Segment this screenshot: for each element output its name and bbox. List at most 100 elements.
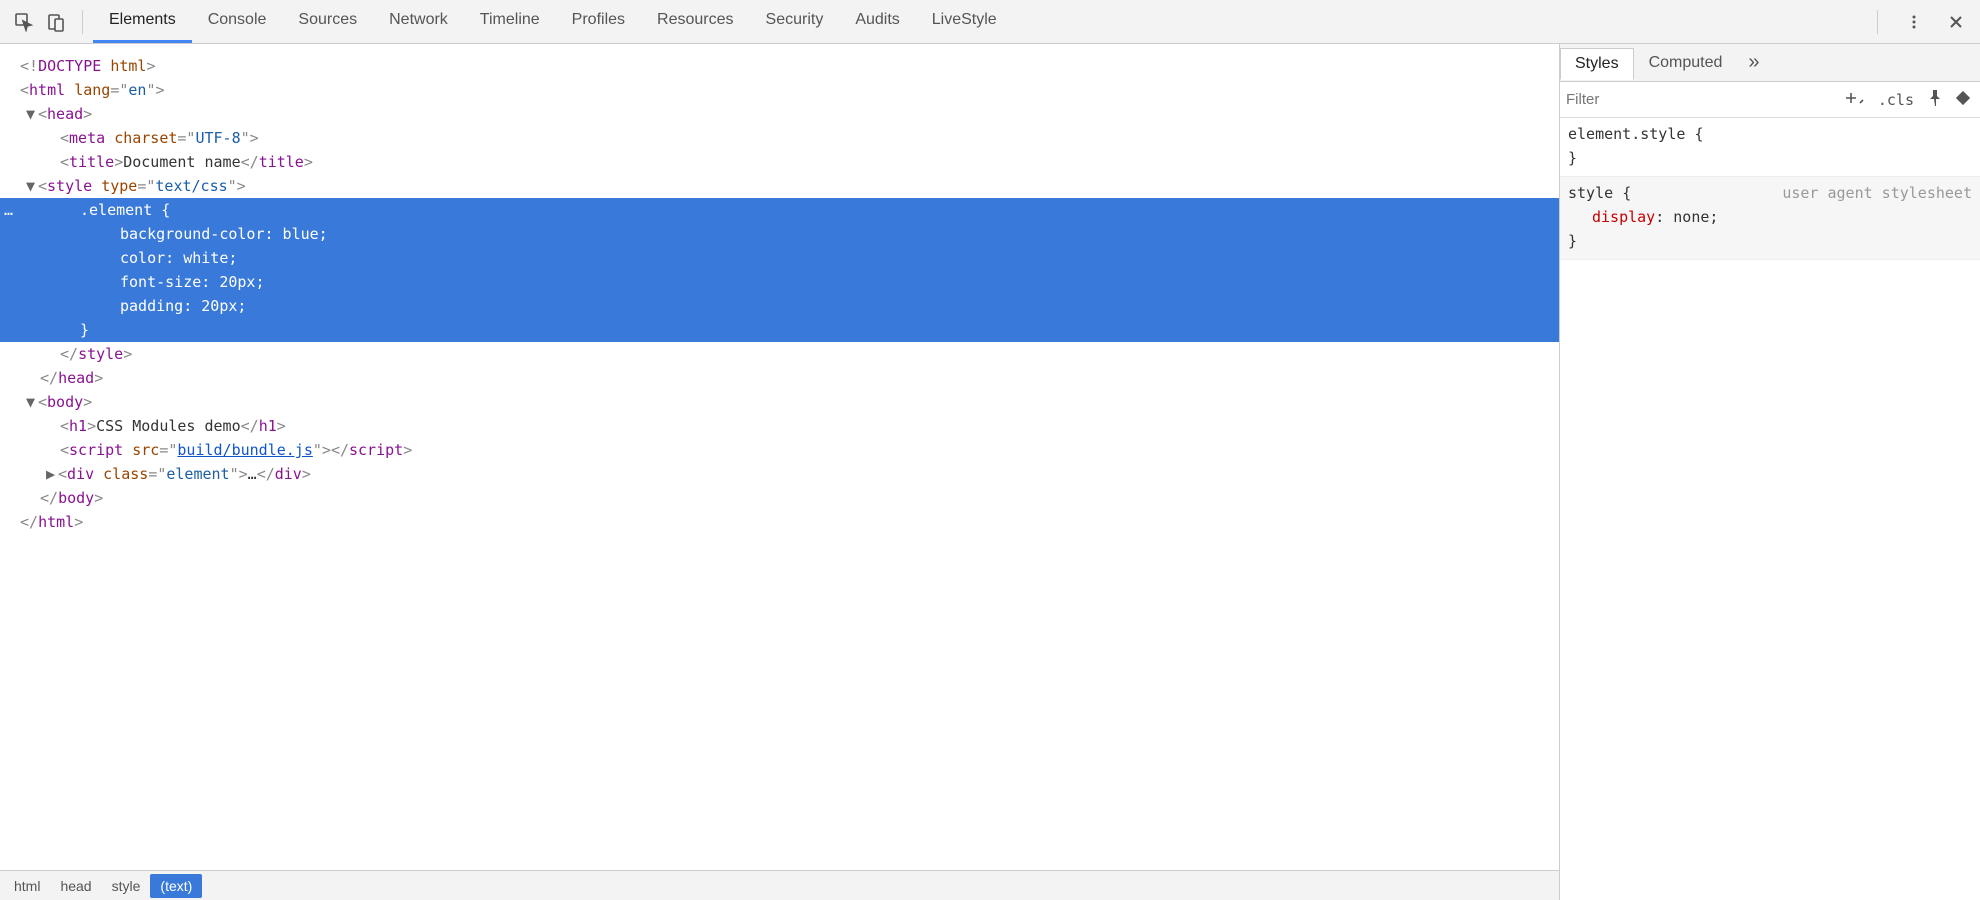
dom-node[interactable]: … .element { <box>0 198 1559 222</box>
prop-name: display <box>1592 208 1655 226</box>
code-token: body <box>58 489 94 507</box>
expand-arrow-icon[interactable]: ▼ <box>26 174 38 198</box>
dom-node[interactable]: font-size: 20px; <box>0 270 1559 294</box>
code-token: < <box>60 153 69 171</box>
dom-node[interactable]: </style> <box>0 342 1559 366</box>
expand-arrow-icon[interactable]: ▶ <box>46 462 58 486</box>
code-token: > <box>94 489 103 507</box>
dom-node[interactable]: </head> <box>0 366 1559 390</box>
code-token: < <box>20 81 29 99</box>
dom-node[interactable]: } <box>0 318 1559 342</box>
code-token: script <box>349 441 403 459</box>
code-token: html <box>110 57 146 75</box>
dom-tree[interactable]: <!DOCTYPE html><html lang="en">▼<head><m… <box>0 44 1559 870</box>
code-token: div <box>67 465 103 483</box>
code-token: > <box>304 153 313 171</box>
code-token: title <box>69 153 114 171</box>
sidebar-tab-styles[interactable]: Styles <box>1560 48 1634 80</box>
kebab-menu-icon[interactable] <box>1898 6 1930 38</box>
device-toggle-icon[interactable] <box>40 6 72 38</box>
code-token: </ <box>20 513 38 531</box>
code-token: font-size: 20px; <box>120 273 265 291</box>
code-token: =" <box>159 441 177 459</box>
code-token: < <box>60 441 69 459</box>
dom-node[interactable]: color: white; <box>0 246 1559 270</box>
code-token: > <box>403 441 412 459</box>
breadcrumb-item[interactable]: (text) <box>150 874 202 898</box>
elements-panel: <!DOCTYPE html><html lang="en">▼<head><m… <box>0 44 1560 900</box>
tab-timeline[interactable]: Timeline <box>464 0 556 43</box>
dom-node[interactable]: <script src="build/bundle.js"></script> <box>0 438 1559 462</box>
dom-node[interactable]: ▼<style type="text/css"> <box>0 174 1559 198</box>
dom-node[interactable]: padding: 20px; <box>0 294 1559 318</box>
dom-node[interactable]: </html> <box>0 510 1559 534</box>
dom-node[interactable]: ▼<body> <box>0 390 1559 414</box>
prop-value: : none; <box>1655 208 1718 226</box>
code-token: < <box>38 177 47 195</box>
dom-node[interactable]: ▶<div class="element">…</div> <box>0 462 1559 486</box>
inspect-icon[interactable] <box>8 6 40 38</box>
tab-profiles[interactable]: Profiles <box>556 0 641 43</box>
breadcrumb-item[interactable]: head <box>50 874 101 898</box>
tab-console[interactable]: Console <box>192 0 283 43</box>
code-token: body <box>47 393 83 411</box>
ellipsis-icon: … <box>4 198 13 222</box>
code-token: meta <box>69 129 114 147</box>
code-token: Document name <box>123 153 240 171</box>
dom-node[interactable]: <meta charset="UTF-8"> <box>0 126 1559 150</box>
dom-node[interactable]: ▼<head> <box>0 102 1559 126</box>
code-token: head <box>58 369 94 387</box>
code-token: < <box>60 417 69 435</box>
tab-resources[interactable]: Resources <box>641 0 749 43</box>
code-token: en <box>128 81 146 99</box>
style-property[interactable]: display: none; <box>1568 205 1972 229</box>
code-token: UTF-8 <box>195 129 240 147</box>
panel-tabs: ElementsConsoleSourcesNetworkTimelinePro… <box>93 0 1013 43</box>
code-token: charset <box>114 129 177 147</box>
style-rule[interactable]: element.style {} <box>1560 118 1980 177</box>
style-rule[interactable]: style {user agent stylesheetdisplay: non… <box>1560 177 1980 260</box>
dom-node[interactable]: <title>Document name</title> <box>0 150 1559 174</box>
code-token: .element { <box>80 201 170 219</box>
dom-node[interactable]: <!DOCTYPE html> <box>0 54 1559 78</box>
breadcrumb-item[interactable]: html <box>4 874 50 898</box>
pin-icon[interactable] <box>1924 90 1946 110</box>
tab-sources[interactable]: Sources <box>282 0 373 43</box>
tab-network[interactable]: Network <box>373 0 464 43</box>
code-token: =" <box>148 465 166 483</box>
more-tabs-icon[interactable]: » <box>1737 50 1770 75</box>
new-style-rule-icon[interactable] <box>1842 91 1868 109</box>
code-token: =" <box>137 177 155 195</box>
code-token: </ <box>60 345 78 363</box>
tab-livestyle[interactable]: LiveStyle <box>916 0 1013 43</box>
expand-arrow-icon[interactable]: ▼ <box>26 390 38 414</box>
dom-node[interactable]: <h1>CSS Modules demo</h1> <box>0 414 1559 438</box>
tab-elements[interactable]: Elements <box>93 0 192 43</box>
code-token: "> <box>241 129 259 147</box>
dom-node[interactable]: background-color: blue; <box>0 222 1559 246</box>
styles-filter-input[interactable] <box>1566 91 1836 108</box>
code-token: type <box>101 177 137 195</box>
breadcrumb-item[interactable]: style <box>102 874 151 898</box>
tab-audits[interactable]: Audits <box>839 0 915 43</box>
code-token: </ <box>40 369 58 387</box>
code-token: <! <box>20 57 38 75</box>
code-token: > <box>74 513 83 531</box>
code-token: title <box>259 153 304 171</box>
code-token: src <box>132 441 159 459</box>
code-token: "> <box>146 81 164 99</box>
cls-toggle[interactable]: .cls <box>1874 91 1918 109</box>
code-token: > <box>146 57 155 75</box>
code-token: =" <box>110 81 128 99</box>
dom-node[interactable]: <html lang="en"> <box>0 78 1559 102</box>
dom-node[interactable]: </body> <box>0 486 1559 510</box>
code-token: =" <box>177 129 195 147</box>
close-icon[interactable] <box>1940 6 1972 38</box>
code-token: </ <box>331 441 349 459</box>
element-state-icon[interactable] <box>1952 91 1974 109</box>
code-token: > <box>277 417 286 435</box>
code-token: } <box>80 321 89 339</box>
expand-arrow-icon[interactable]: ▼ <box>26 102 38 126</box>
tab-security[interactable]: Security <box>750 0 840 43</box>
sidebar-tab-computed[interactable]: Computed <box>1634 47 1738 79</box>
